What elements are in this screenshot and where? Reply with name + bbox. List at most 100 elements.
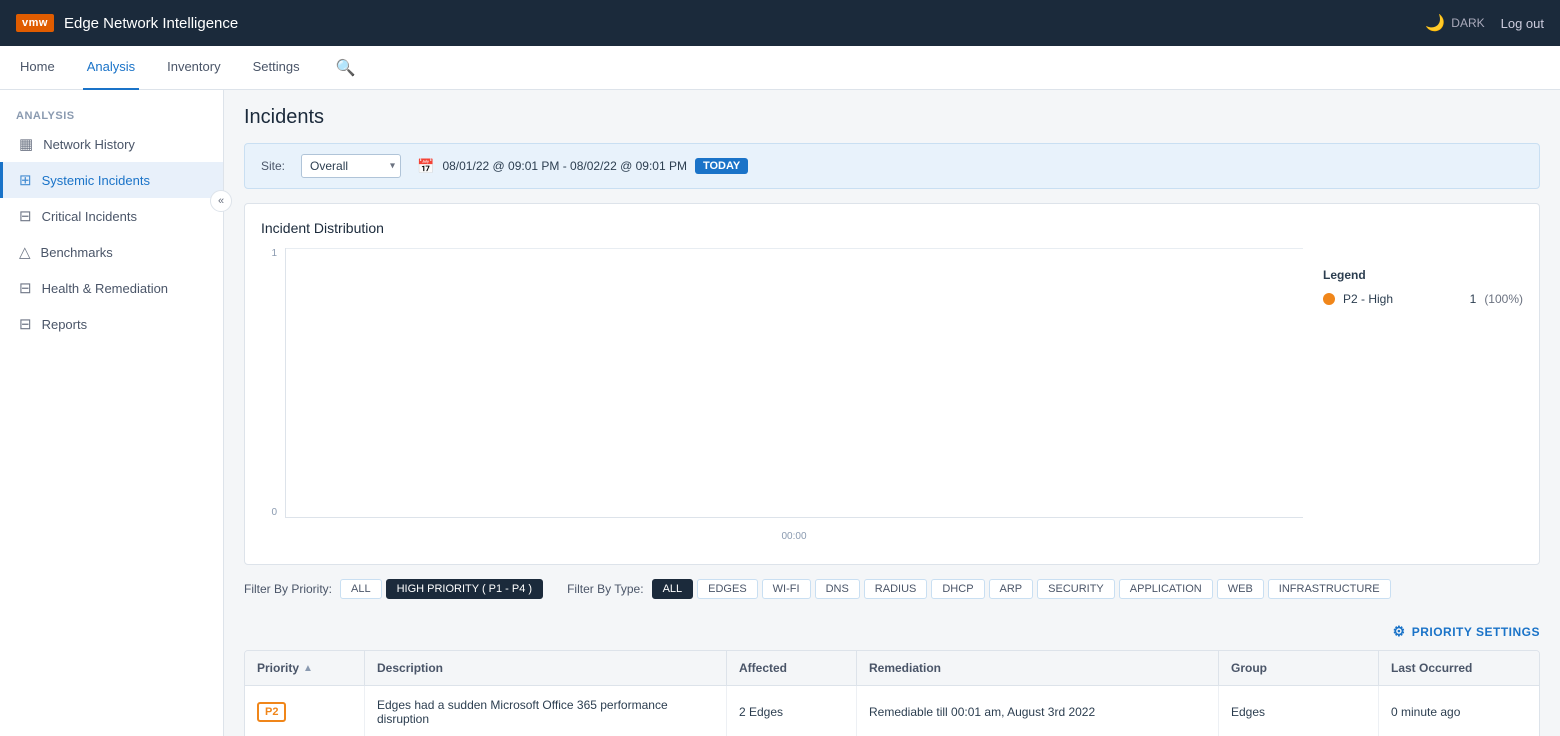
nav-analysis[interactable]: Analysis — [83, 46, 139, 90]
chart-card: Incident Distribution 1 0 00:00 — [244, 203, 1540, 565]
logout-button[interactable]: Log out — [1501, 16, 1544, 31]
td-description-text: Edges had a sudden Microsoft Office 365 … — [377, 698, 714, 726]
filters-row: Filter By Priority: ALL HIGH PRIORITY ( … — [244, 579, 1540, 640]
health-remediation-icon: ⊟ — [19, 279, 32, 297]
legend-item-p2: P2 - High 1 (100%) — [1323, 292, 1523, 306]
top-bar-right: 🌙 DARK Log out — [1425, 13, 1544, 33]
type-chip-dhcp[interactable]: DHCP — [931, 579, 984, 599]
type-chip-application[interactable]: APPLICATION — [1119, 579, 1213, 599]
legend-title: Legend — [1323, 268, 1523, 282]
today-badge[interactable]: TODAY — [695, 158, 748, 174]
td-description: Edges had a sudden Microsoft Office 365 … — [365, 686, 727, 736]
sidebar-item-network-history[interactable]: ▦ Network History — [0, 126, 223, 162]
systemic-incidents-icon: ⊞ — [19, 171, 32, 189]
nav-home[interactable]: Home — [16, 46, 59, 90]
priority-chip-high[interactable]: HIGH PRIORITY ( P1 - P4 ) — [386, 579, 544, 599]
sidebar-item-label: Reports — [42, 317, 88, 332]
benchmarks-icon: △ — [19, 243, 31, 261]
priority-chips: ALL HIGH PRIORITY ( P1 - P4 ) — [340, 579, 543, 599]
th-remediation-label: Remediation — [869, 661, 941, 675]
type-chip-dns[interactable]: DNS — [815, 579, 860, 599]
nav-inventory[interactable]: Inventory — [163, 46, 224, 90]
priority-badge: P2 — [257, 702, 286, 722]
filter-bar: Site: Overall ▾ 📅 08/01/22 @ 09:01 PM - … — [244, 143, 1540, 189]
type-chip-arp[interactable]: ARP — [989, 579, 1034, 599]
th-affected-label: Affected — [739, 661, 787, 675]
type-filter-label: Filter By Type: — [567, 582, 643, 596]
incidents-table: Priority ▲ Description Affected Remediat… — [244, 650, 1540, 736]
type-chip-wifi[interactable]: WI-FI — [762, 579, 811, 599]
td-group: Edges — [1219, 686, 1379, 736]
priority-settings-button[interactable]: ⚙ PRIORITY SETTINGS — [1393, 623, 1540, 640]
sidebar-section-label: Analysis — [0, 102, 223, 126]
type-chip-web[interactable]: WEB — [1217, 579, 1264, 599]
site-label: Site: — [261, 159, 285, 173]
type-chip-radius[interactable]: RADIUS — [864, 579, 928, 599]
th-group: Group — [1219, 651, 1379, 685]
td-affected-text: 2 Edges — [739, 705, 783, 719]
network-history-icon: ▦ — [19, 135, 33, 153]
top-bar: vmw Edge Network Intelligence 🌙 DARK Log… — [0, 0, 1560, 46]
td-last-occurred-text: 0 minute ago — [1391, 705, 1460, 719]
sidebar-item-benchmarks[interactable]: △ Benchmarks — [0, 234, 223, 270]
type-chip-all[interactable]: ALL — [652, 579, 694, 599]
th-last-occurred-label: Last Occurred — [1391, 661, 1472, 675]
sort-icon-priority: ▲ — [303, 663, 313, 674]
critical-incidents-icon: ⊟ — [19, 207, 32, 225]
table-header: Priority ▲ Description Affected Remediat… — [245, 651, 1539, 686]
y-label-0: 0 — [271, 507, 277, 518]
type-chip-infrastructure[interactable]: INFRASTRUCTURE — [1268, 579, 1391, 599]
chart-area: 1 0 00:00 Legend P2 - High — [261, 248, 1523, 548]
td-priority: P2 — [245, 686, 365, 736]
td-affected: 2 Edges — [727, 686, 857, 736]
collapse-button[interactable]: « — [210, 190, 232, 212]
td-remediation-text: Remediable till 00:01 am, August 3rd 202… — [869, 705, 1095, 719]
gridline-top — [286, 248, 1303, 249]
main-layout: « Analysis ▦ Network History ⊞ Systemic … — [0, 90, 1560, 736]
site-select-wrapper: Overall ▾ — [301, 154, 401, 178]
th-group-label: Group — [1231, 661, 1267, 675]
moon-icon: 🌙 — [1425, 13, 1445, 33]
calendar-icon: 📅 — [417, 158, 434, 175]
sidebar-item-reports[interactable]: ⊟ Reports — [0, 306, 223, 342]
content-area: Incidents Site: Overall ▾ 📅 08/01/22 @ 0… — [224, 90, 1560, 736]
th-priority[interactable]: Priority ▲ — [245, 651, 365, 685]
sidebar-item-systemic-incidents[interactable]: ⊞ Systemic Incidents — [0, 162, 223, 198]
chart-title: Incident Distribution — [261, 220, 1523, 236]
vmw-logo: vmw — [16, 14, 54, 32]
table-row[interactable]: P2 Edges had a sudden Microsoft Office 3… — [245, 686, 1539, 736]
site-select[interactable]: Overall — [301, 154, 401, 178]
th-description-label: Description — [377, 661, 443, 675]
legend-dot-p2 — [1323, 293, 1335, 305]
th-last-occurred: Last Occurred — [1379, 651, 1539, 685]
legend-label-p2: P2 - High — [1343, 292, 1393, 306]
sidebar-item-label: Benchmarks — [41, 245, 113, 260]
legend-pct-p2: (100%) — [1484, 292, 1523, 306]
date-range-text: 08/01/22 @ 09:01 PM - 08/02/22 @ 09:01 P… — [442, 159, 687, 173]
sidebar-item-health-remediation[interactable]: ⊟ Health & Remediation — [0, 270, 223, 306]
chart-plot: 1 0 00:00 — [261, 248, 1303, 548]
dark-mode-toggle[interactable]: 🌙 DARK — [1425, 13, 1484, 33]
priority-filter-group: Filter By Priority: ALL HIGH PRIORITY ( … — [244, 579, 543, 599]
sidebar-item-label: Systemic Incidents — [42, 173, 150, 188]
reports-icon: ⊟ — [19, 315, 32, 333]
sidebar-item-label: Network History — [43, 137, 135, 152]
sidebar-item-label: Health & Remediation — [42, 281, 168, 296]
type-filter-group: Filter By Type: ALL EDGES WI-FI DNS RADI… — [567, 579, 1391, 599]
th-priority-label: Priority — [257, 661, 299, 675]
gear-icon: ⚙ — [1393, 623, 1406, 640]
sidebar-item-critical-incidents[interactable]: ⊟ Critical Incidents — [0, 198, 223, 234]
nav-settings[interactable]: Settings — [249, 46, 304, 90]
type-chip-security[interactable]: SECURITY — [1037, 579, 1115, 599]
dark-label: DARK — [1451, 16, 1484, 30]
th-description: Description — [365, 651, 727, 685]
td-last-occurred: 0 minute ago — [1379, 686, 1539, 736]
chart-bars-area — [285, 248, 1303, 518]
search-icon[interactable]: 🔍 — [336, 58, 356, 78]
priority-chip-all[interactable]: ALL — [340, 579, 382, 599]
sidebar: « Analysis ▦ Network History ⊞ Systemic … — [0, 90, 224, 736]
type-chip-edges[interactable]: EDGES — [697, 579, 758, 599]
secondary-nav: Home Analysis Inventory Settings 🔍 — [0, 46, 1560, 90]
priority-filter-label: Filter By Priority: — [244, 582, 332, 596]
td-group-text: Edges — [1231, 705, 1265, 719]
